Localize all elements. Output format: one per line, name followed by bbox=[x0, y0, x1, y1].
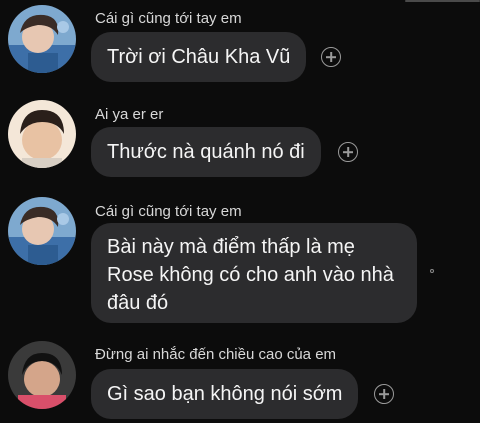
message-bubble[interactable]: Thước nà quánh nó đi bbox=[91, 127, 321, 177]
message-text: Trời ơi Châu Kha Vũ bbox=[107, 46, 291, 68]
seen-indicator-icon bbox=[430, 269, 434, 273]
sender-name: Ai ya er er bbox=[95, 106, 164, 123]
avatar[interactable] bbox=[8, 341, 76, 409]
message-bubble[interactable]: Bài này mà điểm thấp là mẹ Rose không có… bbox=[91, 223, 417, 323]
avatar[interactable] bbox=[8, 197, 76, 265]
user-avatar-photo-icon bbox=[8, 341, 76, 409]
user-avatar-photo-icon bbox=[8, 5, 76, 73]
add-reaction-icon[interactable] bbox=[321, 47, 341, 67]
avatar[interactable] bbox=[8, 100, 76, 168]
message-bubble[interactable]: Trời ơi Châu Kha Vũ bbox=[91, 32, 307, 82]
message-text: Rose không có cho anh vào nhà bbox=[107, 264, 394, 286]
message-text: Thước nà quánh nó đi bbox=[107, 141, 305, 163]
user-avatar-photo-icon bbox=[8, 100, 76, 168]
avatar[interactable] bbox=[8, 5, 76, 73]
add-reaction-icon[interactable] bbox=[374, 384, 394, 404]
message-text: đâu đó bbox=[107, 292, 169, 314]
user-avatar-photo-icon bbox=[8, 197, 76, 265]
add-reaction-icon[interactable] bbox=[338, 142, 358, 162]
message-bubble[interactable]: Gì sao bạn không nói sớm bbox=[91, 369, 359, 419]
message-text: Bài này mà điểm thấp là mẹ bbox=[107, 236, 355, 258]
top-scroll-indicator bbox=[405, 0, 480, 2]
sender-name: Cái gì cũng tới tay em bbox=[95, 10, 242, 27]
sender-name: Cái gì cũng tới tay em bbox=[95, 203, 242, 220]
sender-name: Đừng ai nhắc đến chiều cao của em bbox=[95, 346, 337, 363]
message-text: Gì sao bạn không nói sớm bbox=[107, 383, 343, 405]
